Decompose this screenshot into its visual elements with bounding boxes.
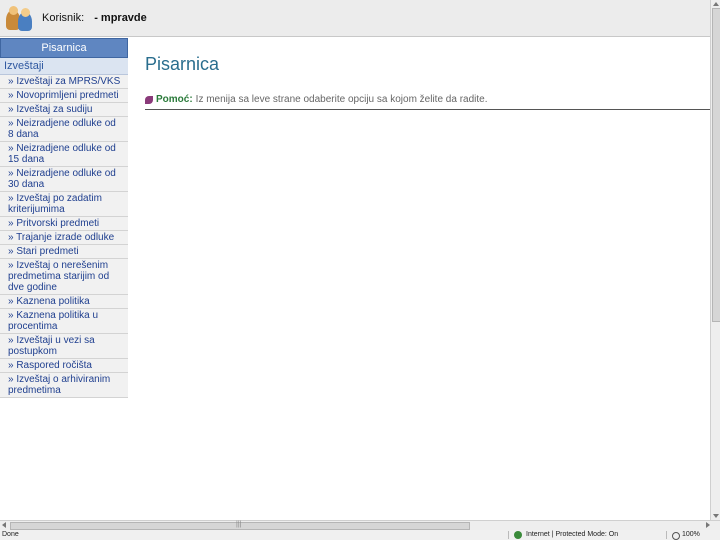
sidebar-menu: » Izveštaji za MPRS/VKS » Novoprimljeni … xyxy=(0,75,128,398)
sidebar-item-raspored-rocista[interactable]: » Raspored ročišta xyxy=(0,359,128,373)
zoom-level[interactable]: 100% xyxy=(682,530,700,540)
app-header: Korisnik: - mpravde xyxy=(0,0,710,37)
sidebar-item-neizradjene-30[interactable]: » Neizradjene odluke od 30 dana xyxy=(0,167,128,192)
user-name: - mpravde xyxy=(94,12,147,24)
sidebar-item-arhivirani[interactable]: » Izveštaj o arhiviranim predmetima xyxy=(0,373,128,398)
horizontal-scrollbar[interactable]: ||| xyxy=(0,520,720,530)
help-label: Pomoć: xyxy=(156,94,193,105)
sidebar-item-neizradjene-15[interactable]: » Neizradjene odluke od 15 dana xyxy=(0,142,128,167)
users-icon xyxy=(4,4,36,32)
status-text: Done xyxy=(2,531,19,538)
user-label: Korisnik: xyxy=(42,12,85,24)
sidebar: Pisarnica Izveštaji » Izveštaji za MPRS/… xyxy=(0,38,128,398)
scroll-grip-icon: ||| xyxy=(236,521,242,528)
scroll-up-arrow-icon[interactable] xyxy=(713,2,719,6)
main-content: Pisarnica Pomoć: Iz menija sa leve stran… xyxy=(145,52,710,110)
divider xyxy=(145,109,710,110)
sidebar-item-trajanje-izrade[interactable]: » Trajanje izrade odluke xyxy=(0,231,128,245)
sidebar-item-kaznena-politika[interactable]: » Kaznena politika xyxy=(0,295,128,309)
scroll-right-arrow-icon[interactable] xyxy=(706,522,710,528)
status-separator xyxy=(508,531,509,539)
vertical-scroll-thumb[interactable] xyxy=(712,8,720,322)
sidebar-item-kaznena-procenti[interactable]: » Kaznena politika u procentima xyxy=(0,309,128,334)
sidebar-item-neizradjene-8[interactable]: » Neizradjene odluke od 8 dana xyxy=(0,117,128,142)
globe-icon xyxy=(514,531,522,539)
help-text: Iz menija sa leve strane odaberite opcij… xyxy=(195,94,488,105)
page-title: Pisarnica xyxy=(145,54,220,74)
sidebar-header[interactable]: Pisarnica xyxy=(0,38,128,58)
status-separator xyxy=(666,531,667,539)
scroll-left-arrow-icon[interactable] xyxy=(2,522,6,528)
help-icon xyxy=(145,95,153,104)
vertical-scrollbar[interactable] xyxy=(710,0,720,520)
sidebar-item-pritvorski[interactable]: » Pritvorski predmeti xyxy=(0,217,128,231)
scroll-down-arrow-icon[interactable] xyxy=(713,514,719,518)
status-bar: Done Internet | Protected Mode: On 100% xyxy=(0,530,720,540)
sidebar-item-izvestaj-sudija[interactable]: » Izveštaj za sudiju xyxy=(0,103,128,117)
sidebar-section-izvestaji[interactable]: Izveštaji xyxy=(0,58,128,75)
sidebar-item-novoprimljeni[interactable]: » Novoprimljeni predmeti xyxy=(0,89,128,103)
sidebar-item-stari-predmeti[interactable]: » Stari predmeti xyxy=(0,245,128,259)
help-row: Pomoć: Iz menija sa leve strane odaberit… xyxy=(145,94,710,105)
sidebar-item-mprs-vks[interactable]: » Izveštaji za MPRS/VKS xyxy=(0,75,128,89)
zoom-icon[interactable] xyxy=(672,532,680,540)
security-zone[interactable]: Internet | Protected Mode: On xyxy=(526,530,618,540)
sidebar-item-neresni-dve-godine[interactable]: » Izveštaj o nerešenim predmetima starij… xyxy=(0,259,128,295)
sidebar-item-postupak[interactable]: » Izveštaji u vezi sa postupkom xyxy=(0,334,128,359)
sidebar-item-zadati-kriterijumi[interactable]: » Izveštaj po zadatim kriterijumima xyxy=(0,192,128,217)
